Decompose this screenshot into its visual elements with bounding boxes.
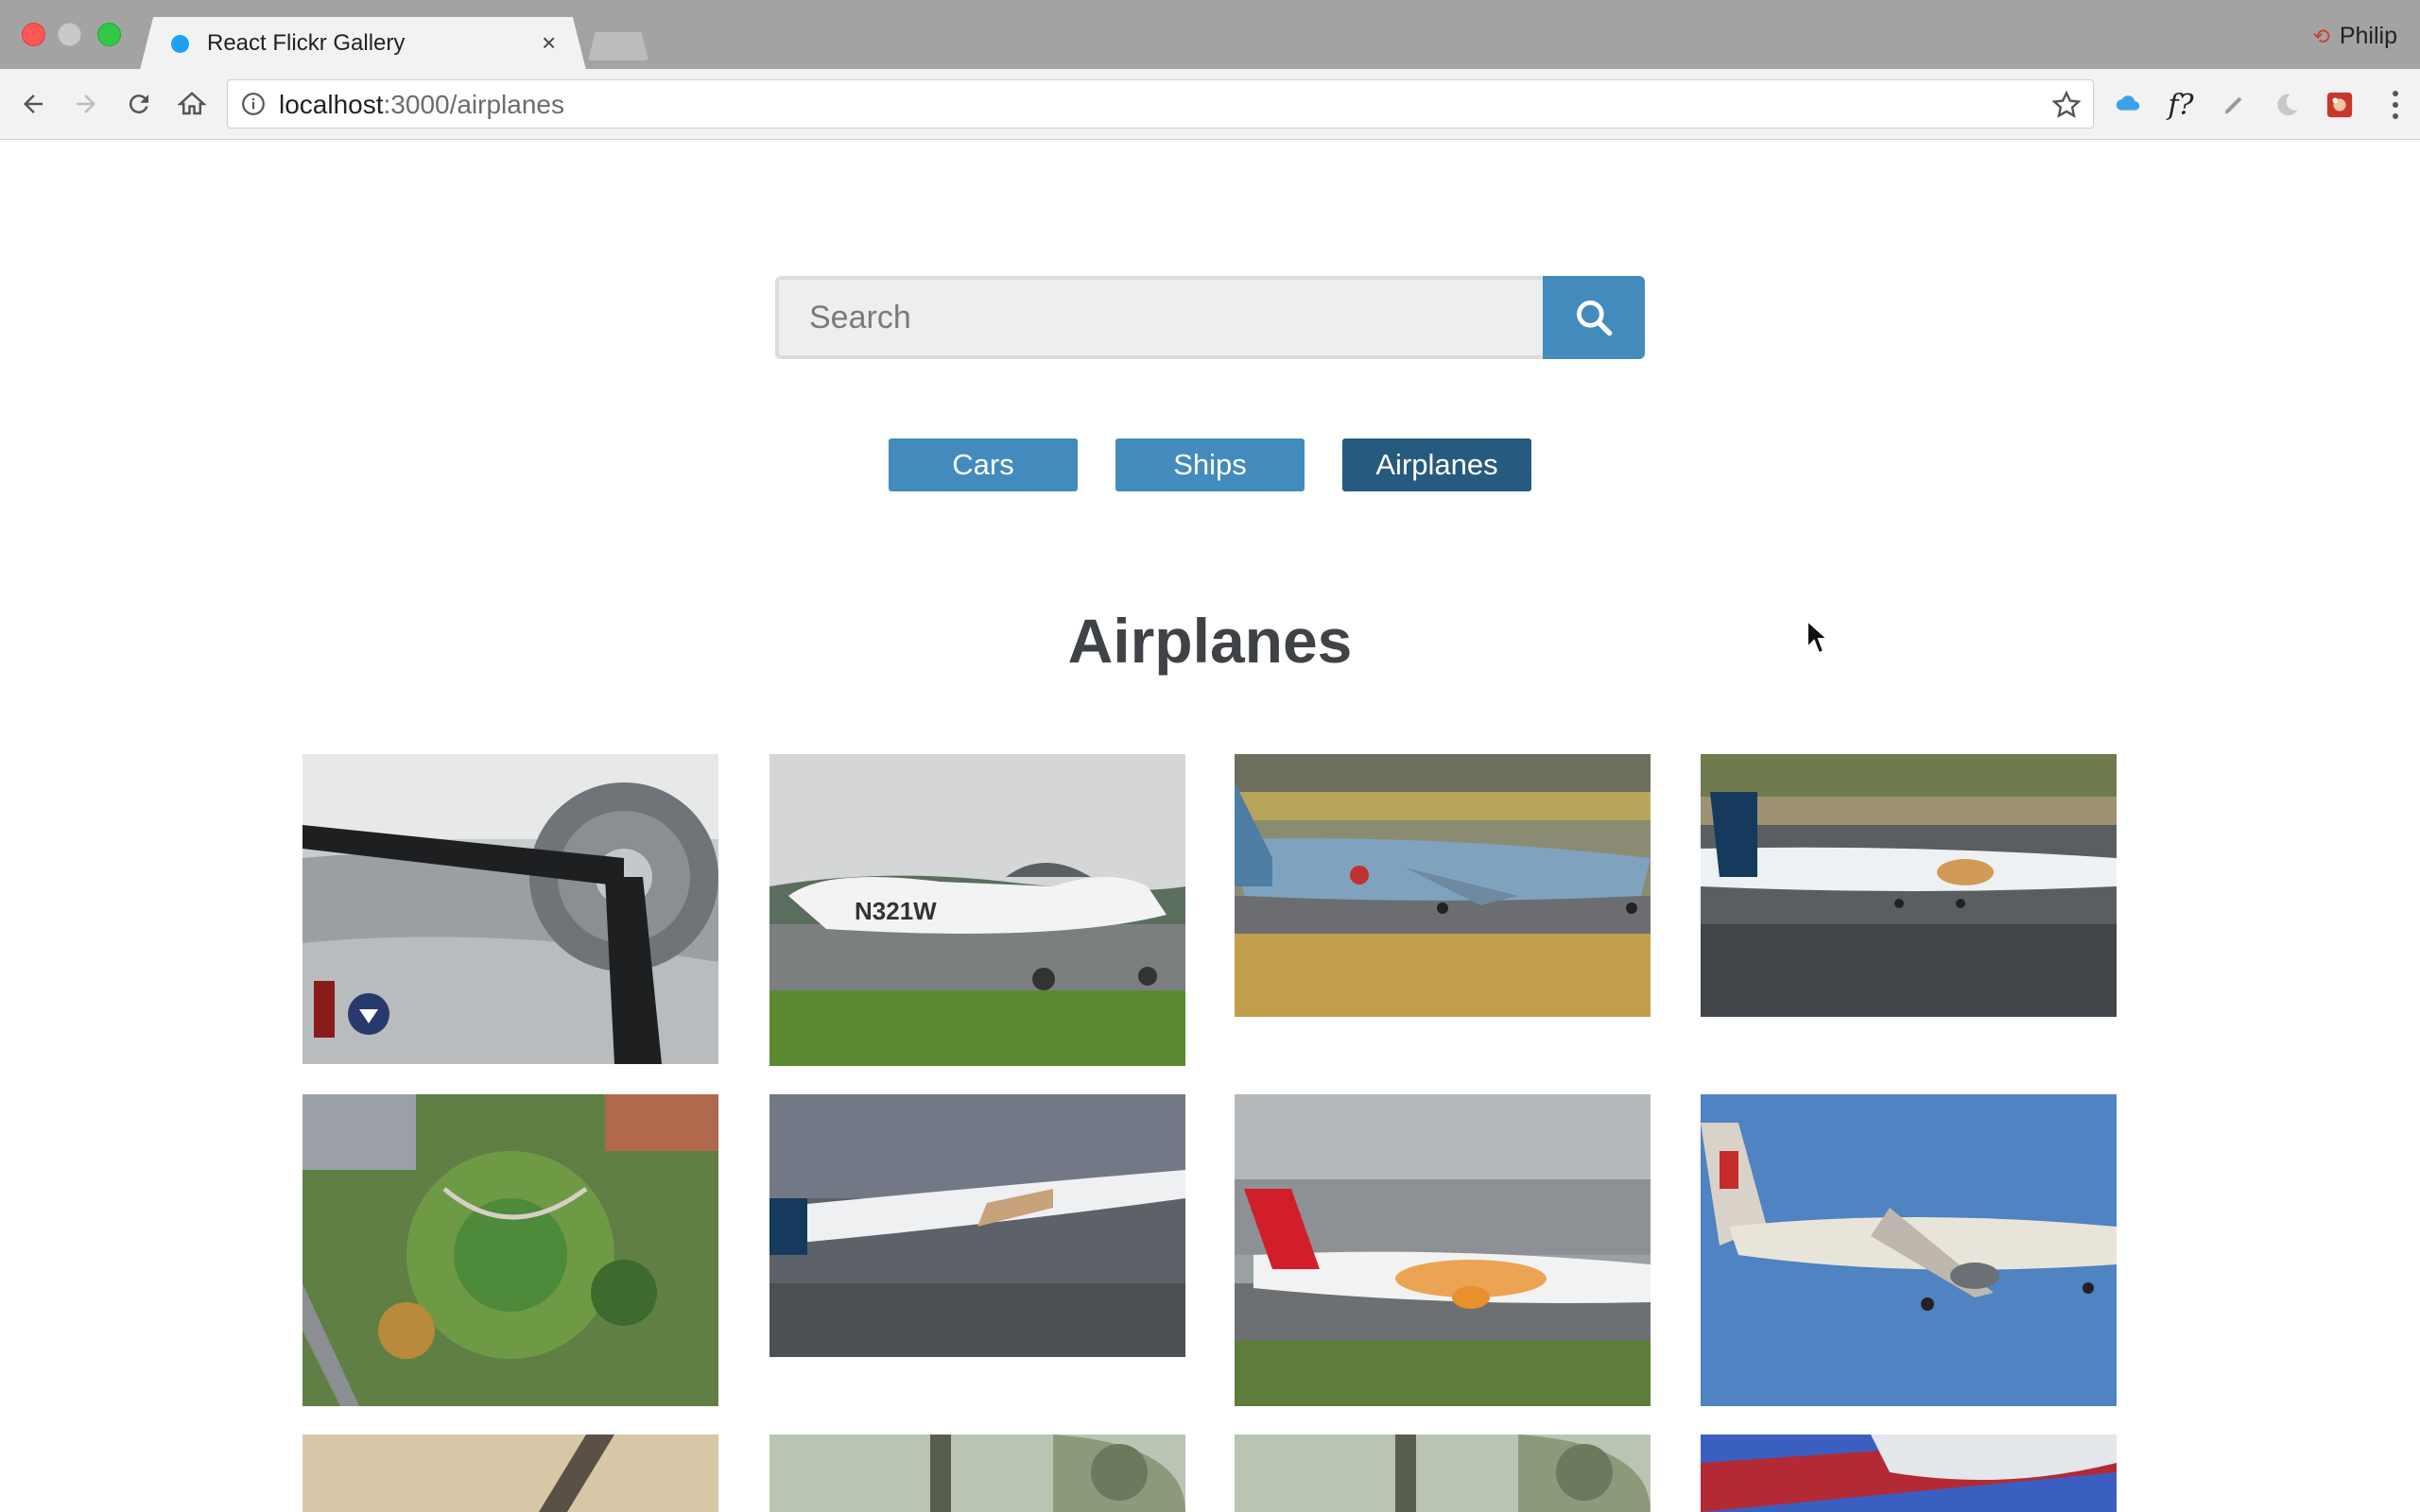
url-path: :3000/airplanes — [383, 90, 564, 119]
font-extension-icon[interactable]: f? — [2166, 89, 2196, 122]
pen-extension-icon[interactable] — [2219, 90, 2249, 120]
mouse-cursor-icon — [1806, 619, 1828, 655]
close-window-button[interactable] — [22, 23, 45, 46]
maximize-window-button[interactable] — [97, 23, 121, 46]
tab-close-icon[interactable]: × — [542, 28, 556, 57]
nav-airplanes[interactable]: Airplanes — [1342, 438, 1531, 491]
reload-icon — [129, 94, 148, 114]
search-form — [775, 276, 1645, 359]
photo-alaska-turboprop[interactable] — [1701, 754, 2117, 1017]
photo-aerial-park[interactable] — [302, 1094, 718, 1406]
profile-button[interactable]: ⟲ Philip — [2312, 23, 2397, 50]
tab-title: React Flickr Gallery — [207, 30, 406, 56]
photo-propeller-engine[interactable] — [302, 754, 718, 1064]
photo-propeller-cockpit-1[interactable] — [769, 1435, 1185, 1512]
home-button[interactable] — [170, 82, 214, 126]
nav-cars[interactable]: Cars — [889, 438, 1078, 491]
new-tab-button[interactable] — [588, 32, 648, 60]
back-button[interactable] — [11, 82, 55, 126]
photo-turboprop-takeoff-blur[interactable] — [769, 1094, 1185, 1357]
browser-toolbar: localhost:3000/airplanes f? — [0, 69, 2420, 140]
photo-airarabia-jet[interactable] — [1701, 1094, 2117, 1406]
photo-beige-sky[interactable] — [302, 1435, 718, 1512]
browser-menu-icon[interactable] — [2390, 86, 2401, 124]
cloud-extension-icon[interactable] — [2113, 90, 2143, 120]
back-arrow-icon — [24, 94, 43, 113]
photo-propeller-cockpit-2[interactable] — [1235, 1435, 1651, 1512]
minimize-window-button[interactable] — [58, 23, 81, 46]
profile-name: Philip — [2339, 23, 2397, 49]
photo-jet-fighter-livery[interactable] — [1701, 1435, 2117, 1512]
gallery-title: Airplanes — [1067, 606, 1353, 676]
url-text[interactable]: localhost:3000/airplanes — [279, 90, 564, 120]
photo-small-white-plane[interactable]: N321W — [769, 754, 1185, 1066]
topic-nav: Cars Ships Airplanes — [0, 438, 2420, 491]
search-button[interactable] — [1543, 276, 1645, 359]
search-input[interactable] — [775, 276, 1543, 359]
reload-button[interactable] — [117, 82, 161, 126]
red-app-extension-icon[interactable] — [2325, 90, 2355, 120]
forward-arrow-icon — [77, 94, 95, 113]
info-icon[interactable] — [241, 92, 266, 116]
url-host: localhost — [279, 90, 384, 119]
forward-button[interactable] — [64, 82, 108, 126]
search-icon — [1577, 301, 1613, 336]
nav-ships[interactable]: Ships — [1115, 438, 1305, 491]
bookmark-star-icon[interactable] — [2051, 90, 2082, 120]
photo-emirates-jet[interactable] — [1235, 1094, 1651, 1406]
browser-titlebar: React Flickr Gallery × ⟲ Philip — [0, 0, 2420, 70]
address-bar[interactable]: localhost:3000/airplanes — [227, 79, 2094, 129]
moon-extension-icon[interactable] — [2272, 90, 2302, 120]
photo-blue-jet-runway[interactable] — [1235, 754, 1651, 1017]
sync-person-icon: ⟲ — [2312, 24, 2330, 48]
react-favicon-icon — [171, 35, 189, 53]
home-icon — [178, 92, 206, 115]
svg-text:N321W: N321W — [855, 897, 937, 925]
